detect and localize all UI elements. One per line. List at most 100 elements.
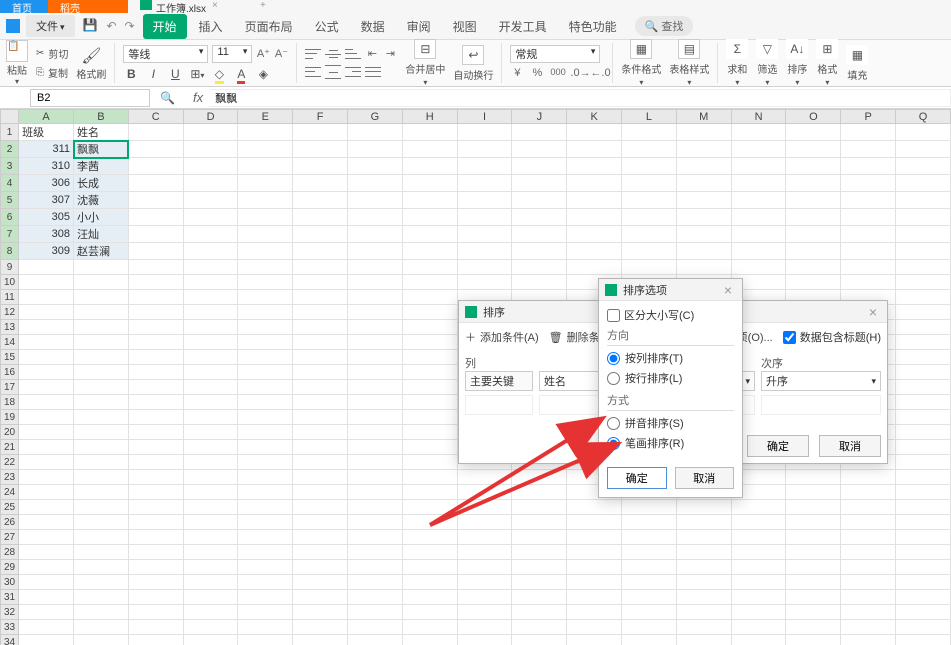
cell[interactable] [896, 575, 951, 590]
cell[interactable] [622, 124, 677, 141]
cell[interactable] [402, 380, 457, 395]
cell[interactable] [622, 575, 677, 590]
cell[interactable] [731, 141, 786, 158]
cell[interactable] [676, 124, 731, 141]
cell[interactable] [238, 515, 293, 530]
row-header[interactable]: 30 [1, 575, 19, 590]
cell[interactable] [731, 260, 786, 275]
percent-button[interactable]: % [530, 67, 544, 81]
cell[interactable] [128, 275, 183, 290]
cell[interactable] [896, 290, 951, 305]
decrease-decimal-button[interactable]: ←.0 [590, 67, 604, 81]
cell[interactable] [238, 485, 293, 500]
indent-increase-button[interactable]: ⇥ [383, 47, 397, 61]
cell[interactable] [841, 620, 896, 635]
cell[interactable] [348, 158, 403, 175]
column-header[interactable]: N [731, 110, 786, 124]
cell[interactable] [512, 141, 567, 158]
cell[interactable] [896, 395, 951, 410]
cell[interactable] [457, 500, 512, 515]
cell[interactable] [457, 605, 512, 620]
row-header[interactable]: 17 [1, 380, 19, 395]
cell[interactable] [293, 440, 348, 455]
cell[interactable] [19, 605, 74, 620]
cell[interactable] [74, 260, 129, 275]
cell[interactable] [841, 500, 896, 515]
cell[interactable]: 汪灿 [74, 226, 129, 243]
cell[interactable] [74, 560, 129, 575]
cell[interactable] [731, 635, 786, 645]
cell[interactable] [348, 275, 403, 290]
column-header[interactable]: C [128, 110, 183, 124]
row-header[interactable]: 11 [1, 290, 19, 305]
cell[interactable] [896, 260, 951, 275]
row-header[interactable]: 20 [1, 425, 19, 440]
cell[interactable] [293, 243, 348, 260]
cell[interactable] [238, 410, 293, 425]
cell[interactable] [19, 635, 74, 645]
row-header[interactable]: 33 [1, 620, 19, 635]
cell[interactable] [293, 290, 348, 305]
cell[interactable] [19, 470, 74, 485]
cell[interactable] [19, 515, 74, 530]
cell[interactable] [731, 500, 786, 515]
cell[interactable] [786, 530, 841, 545]
cell[interactable] [183, 365, 238, 380]
cell[interactable] [74, 335, 129, 350]
cell[interactable] [293, 575, 348, 590]
cell[interactable] [238, 470, 293, 485]
cell[interactable] [128, 620, 183, 635]
cell[interactable] [183, 305, 238, 320]
cell[interactable] [841, 260, 896, 275]
search-small-icon[interactable]: 🔍 [160, 91, 175, 105]
cell[interactable] [841, 590, 896, 605]
cell[interactable] [567, 620, 622, 635]
cell[interactable] [622, 605, 677, 620]
formula-input[interactable] [209, 89, 951, 107]
cell[interactable] [348, 410, 403, 425]
cell[interactable] [128, 158, 183, 175]
cell[interactable] [238, 275, 293, 290]
close-icon[interactable]: × [720, 282, 736, 298]
cell[interactable] [19, 560, 74, 575]
cell[interactable] [74, 455, 129, 470]
cell[interactable] [567, 226, 622, 243]
cell[interactable] [402, 124, 457, 141]
row-header[interactable]: 6 [1, 209, 19, 226]
sort-stroke-radio[interactable]: 笔画排序(R) [607, 433, 734, 453]
cell[interactable] [622, 620, 677, 635]
row-header[interactable]: 2 [1, 141, 19, 158]
cell[interactable] [841, 158, 896, 175]
copy-button[interactable]: ⎘复制 [36, 65, 68, 80]
cell[interactable] [622, 560, 677, 575]
cell[interactable] [457, 545, 512, 560]
options-ok-button[interactable]: 确定 [607, 467, 667, 489]
cell[interactable] [896, 635, 951, 645]
cell[interactable] [348, 175, 403, 192]
cell[interactable] [731, 209, 786, 226]
comma-button[interactable]: 000 [550, 67, 564, 81]
number-format-select[interactable]: 常规▾ [510, 45, 600, 63]
cell[interactable] [128, 410, 183, 425]
cell[interactable] [74, 545, 129, 560]
cell[interactable] [731, 620, 786, 635]
cell[interactable] [128, 500, 183, 515]
column-header[interactable]: K [567, 110, 622, 124]
cell[interactable] [74, 530, 129, 545]
cell[interactable] [402, 545, 457, 560]
cell[interactable] [293, 455, 348, 470]
cell[interactable] [238, 305, 293, 320]
cell[interactable] [896, 175, 951, 192]
cell[interactable] [238, 545, 293, 560]
column-header[interactable]: G [348, 110, 403, 124]
cell[interactable] [293, 590, 348, 605]
cell[interactable] [183, 530, 238, 545]
cell[interactable] [896, 620, 951, 635]
cell[interactable]: 姓名 [74, 124, 129, 141]
cell[interactable] [128, 515, 183, 530]
cell[interactable] [402, 635, 457, 645]
cell[interactable] [128, 395, 183, 410]
cell[interactable] [512, 605, 567, 620]
cell[interactable] [841, 192, 896, 209]
format-painter-button[interactable]: 🖌 格式刷 [76, 46, 106, 81]
